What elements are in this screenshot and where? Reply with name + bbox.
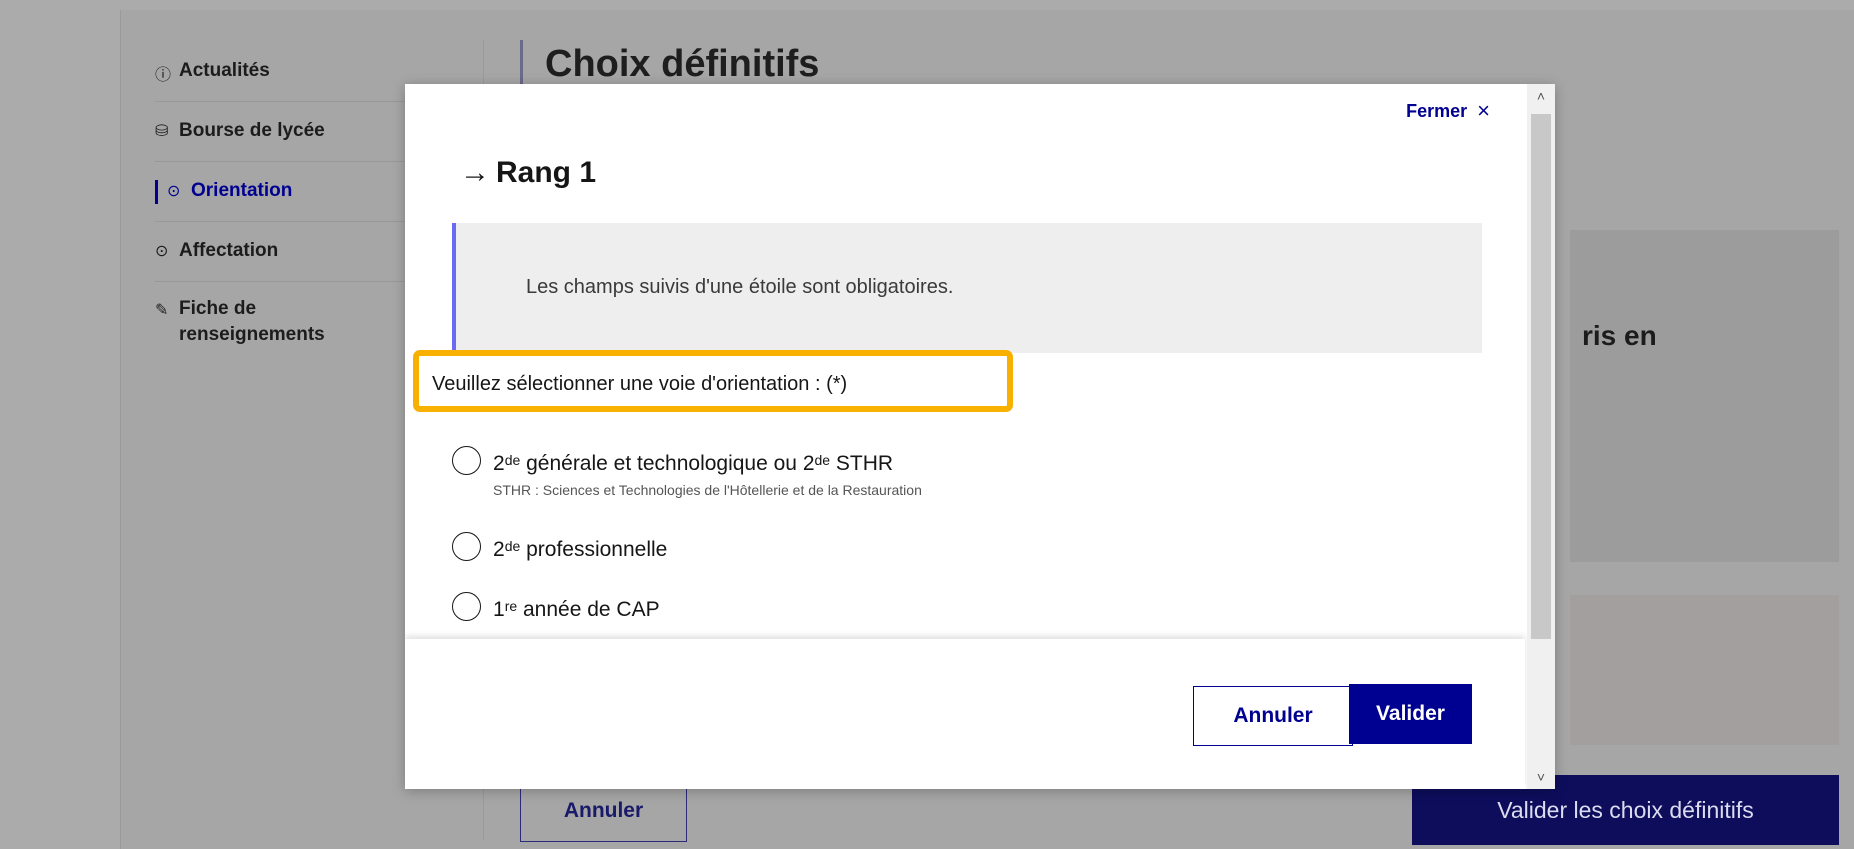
validate-button[interactable]: Valider [1349, 684, 1472, 744]
info-icon: ⓘ [155, 67, 172, 84]
background-card-secondary [1570, 595, 1839, 745]
background-cancel-button[interactable]: Annuler [520, 780, 687, 842]
close-icon: × [1477, 98, 1490, 123]
scroll-thumb[interactable] [1531, 114, 1551, 639]
scroll-up-icon[interactable]: ˄ [1527, 84, 1555, 108]
radio-option-label: 2de générale et technologique ou 2de STH… [493, 452, 894, 475]
radio-option-cap[interactable]: 1re année de CAP [452, 592, 660, 624]
radio-option-label: 1re année de CAP [493, 598, 660, 621]
close-label: Fermer [1406, 100, 1468, 121]
arrow-right-icon: → [460, 156, 490, 189]
scholarship-icon: ⛁ [155, 123, 169, 140]
rank-modal: Fermer × → Rang 1 Les champs suivis d'une… [405, 84, 1555, 789]
sidebar-item-label: Actualités [179, 60, 270, 81]
radio-button[interactable] [452, 532, 481, 561]
sidebar-item-label: Fiche de renseignements [179, 298, 325, 345]
close-button[interactable]: Fermer × [1406, 98, 1490, 124]
radio-option-hint: STHR : Sciences et Technologies de l'Hôt… [493, 482, 922, 498]
radio-button[interactable] [452, 592, 481, 621]
sidebar-item-label: Orientation [191, 180, 293, 201]
radio-option-label: 2de professionnelle [493, 538, 668, 561]
edit-icon: ✎ [155, 302, 169, 319]
modal-title-text: Rang 1 [496, 156, 597, 189]
notice-text: Les champs suivis d'une étoile sont obli… [526, 276, 954, 298]
target-icon: ⊙ [155, 243, 169, 260]
radio-button[interactable] [452, 446, 481, 475]
required-fields-notice: Les champs suivis d'une étoile sont obli… [452, 223, 1482, 353]
orientation-legend: Veuillez sélectionner une voie d'orienta… [432, 373, 848, 395]
modal-title: → Rang 1 [460, 156, 596, 190]
radio-option-2gt[interactable]: 2de générale et technologique ou 2de STH… [452, 446, 922, 498]
sidebar-item-label: Bourse de lycée [179, 120, 325, 141]
compass-icon: ⊙ [167, 183, 181, 200]
modal-scrollbar[interactable]: ˄ ˅ [1527, 84, 1555, 789]
sidebar-item-label: Affectation [179, 240, 279, 261]
background-card [1570, 230, 1839, 562]
background-card-text: ris en [1582, 320, 1657, 351]
cancel-button[interactable]: Annuler [1193, 686, 1353, 746]
radio-option-2pro[interactable]: 2de professionnelle [452, 532, 667, 564]
scroll-down-icon[interactable]: ˅ [1527, 765, 1555, 789]
